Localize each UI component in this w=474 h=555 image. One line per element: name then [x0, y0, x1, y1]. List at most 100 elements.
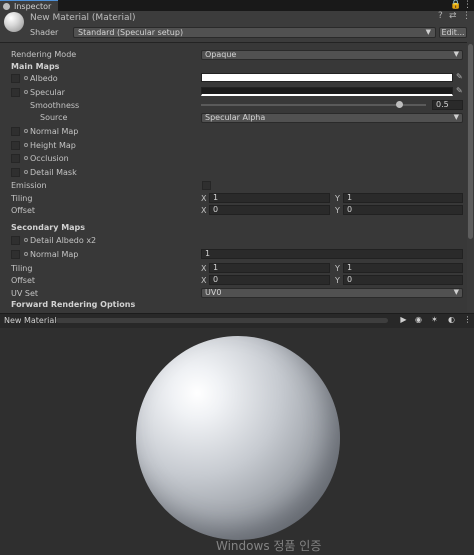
- albedo-label: Albedo: [30, 74, 58, 83]
- offset-y-value: 0: [347, 205, 353, 214]
- chevron-down-icon: ▼: [453, 50, 459, 58]
- texture-picker-icon[interactable]: [24, 170, 28, 174]
- tiling-x-field[interactable]: 1: [209, 193, 330, 203]
- source-dropdown[interactable]: Specular Alpha ▼: [201, 113, 463, 123]
- tiling-y-field[interactable]: 1: [343, 193, 463, 203]
- albedo-color-field[interactable]: [201, 73, 453, 82]
- secondary-offset-x-field[interactable]: 0: [209, 275, 330, 285]
- header-menu-icon[interactable]: ⋮: [462, 11, 471, 22]
- settings-sliders-icon[interactable]: ⇄: [449, 11, 457, 22]
- preview-resize-handle[interactable]: [56, 318, 388, 323]
- smoothness-value: 0.5: [436, 100, 449, 109]
- height-map-label: Height Map: [30, 141, 76, 150]
- offset-y-field[interactable]: 0: [343, 205, 463, 215]
- help-icon[interactable]: ?: [438, 11, 443, 22]
- tiling-x-axis-label: X: [201, 194, 207, 203]
- main-maps-heading: Main Maps: [11, 62, 60, 71]
- secondary-offset-y-value: 0: [347, 275, 353, 284]
- offset-y-axis-label: Y: [335, 206, 340, 215]
- albedo-texture-slot[interactable]: [11, 74, 20, 83]
- windows-activation-watermark: Windows 정품 인증: [216, 539, 322, 553]
- preview-title: New Material: [4, 316, 57, 325]
- smoothness-slider-thumb[interactable]: [395, 101, 403, 108]
- tiling-label: Tiling: [11, 194, 33, 203]
- preview-sphere: [136, 336, 340, 540]
- occlusion-label: Occlusion: [30, 154, 69, 163]
- secondary-offset-y-axis-label: Y: [335, 276, 340, 285]
- shader-dropdown[interactable]: Standard (Specular setup) ▼: [73, 27, 436, 38]
- uv-set-dropdown[interactable]: UV0 ▼: [201, 288, 463, 298]
- normal-map-label: Normal Map: [30, 127, 79, 136]
- inspector-tab[interactable]: Inspector: [0, 0, 58, 11]
- rendering-mode-dropdown[interactable]: Opaque ▼: [201, 50, 463, 60]
- texture-picker-icon[interactable]: [24, 90, 28, 94]
- secondary-tiling-x-value: 1: [213, 263, 219, 272]
- secondary-offset-x-value: 0: [213, 275, 219, 284]
- emission-label: Emission: [11, 181, 47, 190]
- light-icon[interactable]: ✶: [428, 314, 441, 326]
- preview-menu-icon[interactable]: ⋮: [461, 314, 474, 326]
- smoothness-value-field[interactable]: 0.5: [432, 100, 463, 110]
- normal-map-slot[interactable]: [11, 127, 20, 136]
- height-map-slot[interactable]: [11, 141, 20, 150]
- tab-bar: [0, 0, 474, 11]
- occlusion-slot[interactable]: [11, 154, 20, 163]
- source-label: Source: [40, 113, 68, 122]
- texture-picker-icon[interactable]: [24, 156, 28, 160]
- secondary-maps-heading: Secondary Maps: [11, 223, 86, 232]
- smoothness-label: Smoothness: [30, 101, 80, 110]
- specular-label: Specular: [30, 88, 65, 97]
- texture-picker-icon[interactable]: [24, 76, 28, 80]
- detail-mask-label: Detail Mask: [30, 168, 77, 177]
- emission-checkbox[interactable]: [202, 181, 211, 190]
- menu-icon[interactable]: ⋮: [463, 0, 472, 11]
- texture-picker-icon[interactable]: [24, 238, 28, 242]
- chevron-down-icon: ▼: [453, 288, 459, 296]
- secondary-normal-scale-value: 1: [205, 249, 211, 258]
- secondary-normal-scale-field[interactable]: 1: [201, 249, 463, 259]
- eyedropper-icon[interactable]: ✎: [456, 72, 463, 81]
- secondary-normal-map-label: Normal Map: [30, 250, 79, 259]
- detail-mask-slot[interactable]: [11, 168, 20, 177]
- rendering-mode-value: Opaque: [205, 50, 237, 59]
- texture-picker-icon[interactable]: [24, 252, 28, 256]
- material-title: New Material (Material): [30, 13, 136, 23]
- secondary-offset-x-axis-label: X: [201, 276, 207, 285]
- source-value: Specular Alpha: [205, 113, 266, 122]
- play-icon[interactable]: ▶: [397, 314, 410, 326]
- secondary-tiling-x-field[interactable]: 1: [209, 263, 330, 273]
- secondary-tiling-label: Tiling: [11, 264, 33, 273]
- offset-label: Offset: [11, 206, 36, 215]
- uv-set-value: UV0: [205, 288, 222, 297]
- detail-albedo-slot[interactable]: [11, 236, 20, 245]
- secondary-tiling-x-axis-label: X: [201, 264, 207, 273]
- chevron-down-icon: ▼: [453, 113, 459, 121]
- uv-set-label: UV Set: [11, 289, 39, 298]
- sphere-shape-icon[interactable]: ◉: [412, 314, 425, 326]
- specular-texture-slot[interactable]: [11, 88, 20, 97]
- shader-value: Standard (Specular setup): [78, 28, 184, 37]
- offset-x-axis-label: X: [201, 206, 207, 215]
- background-sphere-icon[interactable]: ◐: [445, 314, 458, 326]
- detail-albedo-label: Detail Albedo x2: [30, 236, 97, 245]
- specular-color-field[interactable]: [201, 87, 453, 96]
- inspector-tab-label: Inspector: [14, 2, 52, 11]
- secondary-tiling-y-value: 1: [347, 263, 353, 272]
- secondary-offset-label: Offset: [11, 276, 36, 285]
- lock-icon[interactable]: 🔒: [450, 0, 461, 11]
- secondary-offset-y-field[interactable]: 0: [343, 275, 463, 285]
- offset-x-field[interactable]: 0: [209, 205, 330, 215]
- material-thumbnail: [4, 12, 24, 32]
- smoothness-slider-track[interactable]: [201, 104, 426, 106]
- eyedropper-icon[interactable]: ✎: [456, 86, 463, 95]
- offset-x-value: 0: [213, 205, 219, 214]
- shader-label: Shader: [30, 28, 59, 37]
- scrollbar-thumb[interactable]: [468, 44, 473, 239]
- secondary-tiling-y-axis-label: Y: [335, 264, 340, 273]
- secondary-tiling-y-field[interactable]: 1: [343, 263, 463, 273]
- texture-picker-icon[interactable]: [24, 143, 28, 147]
- texture-picker-icon[interactable]: [24, 129, 28, 133]
- secondary-normal-map-slot[interactable]: [11, 250, 20, 259]
- tiling-x-value: 1: [213, 193, 219, 202]
- edit-shader-button[interactable]: Edit...: [439, 27, 467, 38]
